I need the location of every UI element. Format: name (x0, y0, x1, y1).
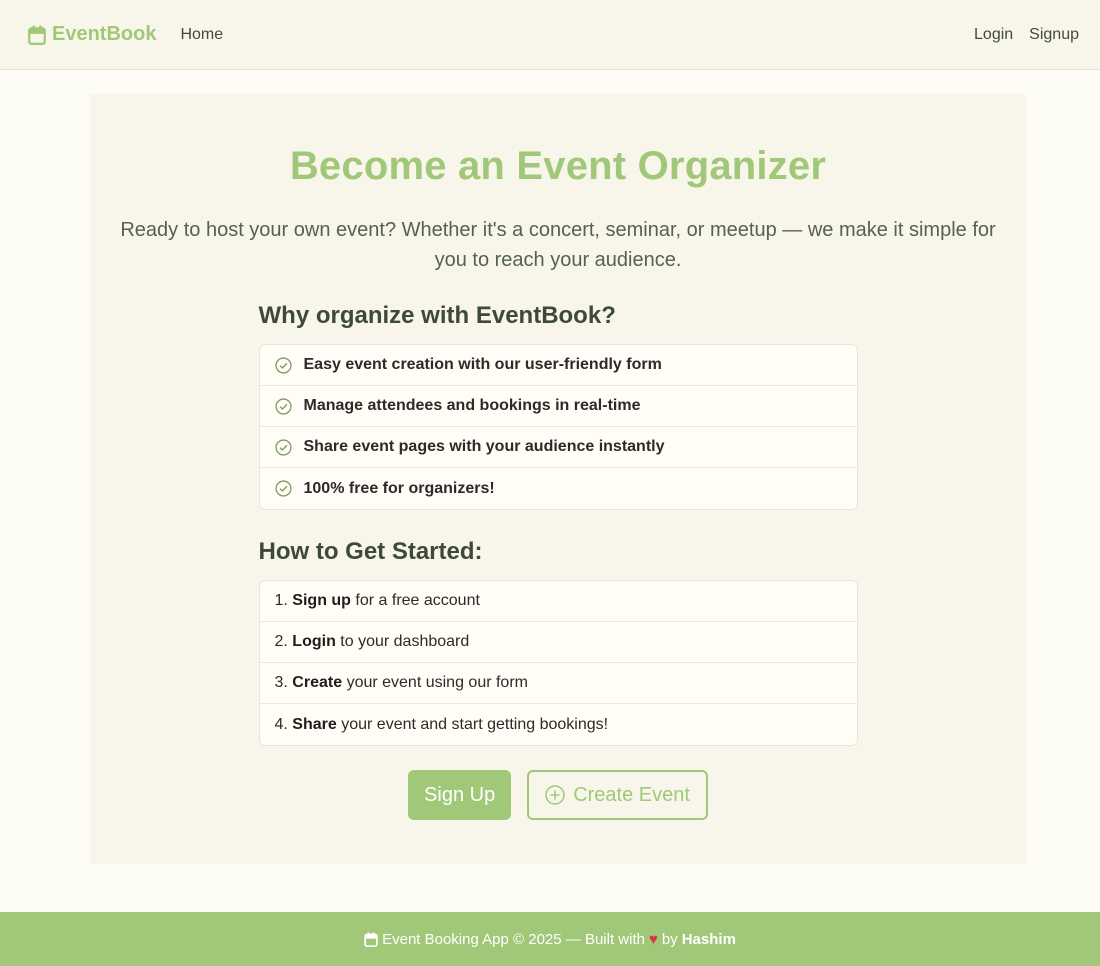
list-item: 3. Create your event using our form (259, 663, 857, 704)
check-circle-icon (274, 438, 292, 456)
sign-up-button[interactable]: Sign Up (408, 770, 512, 820)
footer-by: by (661, 930, 678, 948)
why-section: Why organize with EventBook? Easy event … (258, 302, 858, 820)
step-keyword: Create (292, 674, 343, 691)
benefit-text: Share event pages with your audience ins… (303, 438, 665, 455)
step-number: 2. (274, 633, 288, 650)
page-title: Become an Event Organizer (289, 144, 827, 188)
benefit-text: 100% free for organizers! (303, 479, 495, 497)
step-text: to your dashboard (340, 633, 470, 650)
step-number: 1. (274, 592, 288, 609)
brand-link[interactable]: EventBook (28, 23, 156, 46)
nav-signup-link[interactable]: Signup (1029, 26, 1079, 44)
footer: Event Booking App © 2025 — Built with ♥ … (0, 912, 1100, 966)
footer-text: Event Booking App © 2025 — Built with (382, 930, 645, 948)
steps-title: How to Get Started: (258, 538, 483, 565)
step-text: your event and start getting bookings! (341, 715, 609, 733)
list-item: 4. Share your event and start getting bo… (260, 704, 857, 745)
check-circle-icon (274, 480, 292, 497)
hero-section: Become an Event Organizer Ready to host … (90, 94, 1026, 864)
list-item: 1. Sign up for a free account (259, 581, 857, 622)
benefits-list: Easy event creation with our user-friend… (258, 344, 858, 510)
create-event-label: Create Event (573, 783, 690, 806)
calendar-icon (364, 931, 378, 947)
steps-list: 1. Sign up for a free account 2. Login t… (258, 580, 858, 746)
step-keyword: Sign up (292, 592, 351, 609)
why-title: Why organize with EventBook? (258, 302, 616, 329)
nav-right-group: Login Signup (974, 26, 1079, 44)
check-circle-icon (274, 356, 292, 374)
nav-home-link[interactable]: Home (180, 26, 223, 44)
navbar: EventBook Home Login Signup (0, 0, 1100, 70)
list-item: Share event pages with your audience ins… (259, 427, 857, 468)
plus-circle-icon (545, 785, 565, 805)
calendar-icon (28, 25, 46, 45)
brand-name: EventBook (52, 23, 157, 45)
nav-login-link[interactable]: Login (974, 26, 1013, 44)
step-text: for a free account (355, 592, 480, 609)
step-text: your event using our form (346, 674, 528, 691)
hero-lead: Ready to host your own event? Whether it… (120, 219, 996, 271)
list-item: 100% free for organizers! (260, 468, 857, 509)
benefit-text: Easy event creation with our user-friend… (303, 356, 662, 373)
list-item: Easy event creation with our user-friend… (259, 345, 857, 386)
step-keyword: Login (292, 633, 336, 650)
benefit-text: Manage attendees and bookings in real-ti… (303, 397, 641, 414)
step-number: 3. (274, 674, 288, 691)
list-item: 2. Login to your dashboard (259, 622, 857, 663)
footer-author: Hashim (681, 930, 736, 948)
create-event-button[interactable]: Create Event (527, 770, 708, 820)
step-keyword: Share (292, 715, 337, 733)
cta-buttons: Sign Up Create Event (259, 770, 858, 820)
check-circle-icon (274, 397, 292, 415)
list-item: Manage attendees and bookings in real-ti… (259, 386, 857, 427)
heart-icon: ♥ (648, 930, 658, 948)
step-number: 4. (274, 715, 288, 733)
